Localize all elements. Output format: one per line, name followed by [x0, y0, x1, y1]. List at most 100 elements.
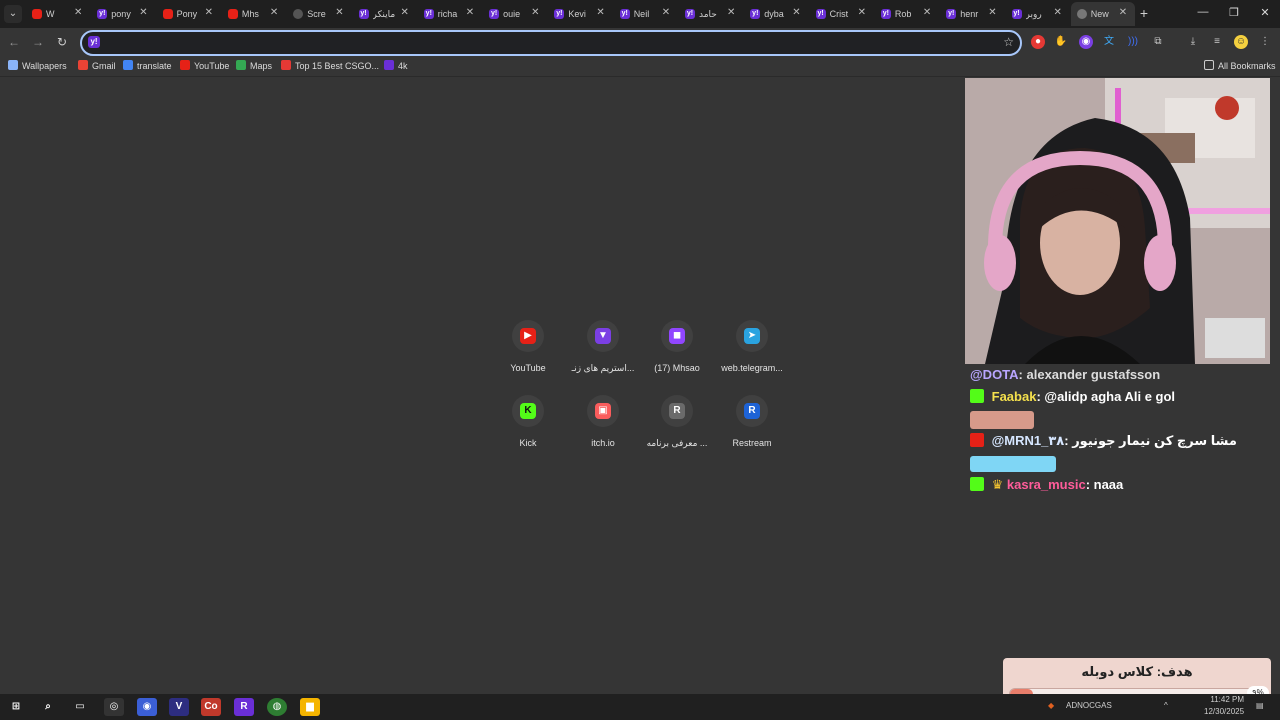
tab-close-icon[interactable]: ✕ — [923, 7, 931, 18]
maximize-button[interactable]: ❐ — [1227, 6, 1241, 19]
app-icon-co[interactable]: Co — [201, 698, 221, 716]
app-icon-1[interactable]: ◎ — [104, 698, 124, 716]
app-icon-r[interactable]: R — [234, 698, 254, 716]
browser-tab[interactable]: y! richa ✕ — [418, 2, 482, 26]
webcam-overlay — [965, 78, 1270, 364]
bookmark-item[interactable]: Maps — [236, 60, 272, 72]
tab-close-icon[interactable]: ✕ — [139, 7, 147, 18]
bookmark-item[interactable]: Wallpapers — [8, 60, 67, 72]
browser-tab[interactable]: y! حامد ✕ — [679, 2, 743, 26]
chrome-icon[interactable]: ◍ — [267, 698, 287, 716]
tab-close-icon[interactable]: ✕ — [792, 7, 800, 18]
start-button[interactable]: ⊞ — [6, 698, 26, 716]
forward-button[interactable]: → — [30, 34, 46, 50]
reading-list-icon[interactable]: ≡ — [1210, 35, 1224, 49]
browser-tab[interactable]: W ✕ — [26, 2, 90, 26]
tab-close-icon[interactable]: ✕ — [727, 7, 735, 18]
bookmark-star-icon[interactable]: ☆ — [1003, 35, 1014, 49]
browser-tab[interactable]: y! dyba ✕ — [744, 2, 808, 26]
tab-close-icon[interactable]: ✕ — [205, 7, 213, 18]
tab-close-icon[interactable]: ✕ — [466, 7, 474, 18]
tab-close-icon[interactable]: ✕ — [1119, 7, 1127, 18]
shortcut-tile[interactable]: R Restream — [707, 395, 797, 448]
address-bar[interactable]: y! ☆ — [80, 30, 1022, 56]
bookmark-item[interactable]: 4k — [384, 60, 408, 72]
reload-button[interactable]: ↻ — [54, 34, 70, 50]
tab-favicon-icon: y! — [619, 9, 630, 19]
tab-favicon-icon: y! — [358, 9, 369, 19]
bookmark-item[interactable]: Gmail — [78, 60, 116, 72]
search-icon[interactable]: ⌕ — [38, 698, 58, 716]
tab-close-icon[interactable]: ✕ — [74, 7, 82, 18]
all-bookmarks-button[interactable]: All Bookmarks — [1204, 60, 1276, 72]
notification-icon[interactable]: ▤ — [1256, 701, 1264, 710]
app-icon-2[interactable]: ◉ — [137, 698, 157, 716]
extensions-puzzle-icon[interactable]: ⧉ — [1151, 35, 1165, 49]
tab-strip: ⌄ W ✕ y! pony ✕ Pony ✕ Mhs ✕ Scre ✕ y! ماینکر ✕ y! rich… — [0, 0, 1280, 28]
browser-tab[interactable]: y! pony ✕ — [91, 2, 155, 26]
chat-message: ♛ kasra_music: naaa — [970, 474, 1270, 496]
tab-close-icon[interactable]: ✕ — [662, 7, 670, 18]
clock-time[interactable]: 11:42 PM — [1204, 695, 1244, 704]
back-button[interactable]: ← — [6, 34, 22, 50]
tab-title: richa — [437, 9, 458, 19]
browser-tab[interactable]: Scre ✕ — [287, 2, 351, 26]
bookmark-label: Wallpapers — [22, 61, 67, 71]
profile-avatar-icon[interactable]: ☺ — [1234, 35, 1248, 49]
tab-close-icon[interactable]: ✕ — [401, 7, 409, 18]
tab-close-icon[interactable]: ✕ — [858, 7, 866, 18]
browser-tab[interactable]: Mhs ✕ — [222, 2, 286, 26]
bookmark-favicon-icon — [236, 60, 246, 70]
tab-search-button[interactable]: ⌄ — [4, 5, 22, 23]
app-icon-v[interactable]: V — [169, 698, 189, 716]
omnibox-input[interactable] — [104, 34, 988, 54]
bookmark-label: translate — [137, 61, 172, 71]
tab-title: Neil — [633, 9, 650, 19]
file-explorer-icon[interactable]: ▆ — [300, 698, 320, 716]
shortcut-favicon-icon: R — [669, 403, 685, 419]
browser-tab[interactable]: y! روبر ✕ — [1006, 2, 1070, 26]
downloads-icon[interactable]: ⤓ — [1186, 35, 1200, 49]
bookmark-item[interactable]: Top 15 Best CSGO... — [281, 60, 379, 72]
shortcut-tile[interactable]: ➤ web.telegram... — [707, 320, 797, 373]
extension-red-icon[interactable]: ● — [1031, 35, 1045, 49]
browser-tab[interactable]: y! Neil ✕ — [614, 2, 678, 26]
extension-purple-icon[interactable]: ◉ — [1079, 35, 1093, 49]
bookmark-item[interactable]: YouTube — [180, 60, 229, 72]
tab-close-icon[interactable]: ✕ — [335, 7, 343, 18]
emote-image — [970, 410, 1034, 429]
bookmark-item[interactable]: translate — [123, 60, 172, 72]
extension-waves-icon[interactable]: ))) — [1126, 35, 1140, 49]
browser-tab[interactable]: y! henr ✕ — [940, 2, 1004, 26]
chat-message: @MRN1_۳۸: مشا سرچ کن نیمار جونیور — [970, 430, 1270, 452]
browser-tab[interactable]: y! Rob ✕ — [875, 2, 939, 26]
close-window-button[interactable]: ✕ — [1258, 6, 1272, 19]
browser-tab[interactable]: y! Crist ✕ — [810, 2, 874, 26]
tab-close-icon[interactable]: ✕ — [1054, 7, 1062, 18]
tab-close-icon[interactable]: ✕ — [988, 7, 996, 18]
tab-close-icon[interactable]: ✕ — [531, 7, 539, 18]
goal-title: هدف: کلاس دوبله — [1081, 664, 1193, 679]
shortcut-favicon-icon: ▼ — [595, 328, 611, 344]
extension-hand-icon[interactable]: ✋ — [1054, 35, 1068, 49]
tray-expand-icon[interactable]: ^ — [1164, 701, 1168, 710]
extension-translate-icon[interactable]: 文 — [1102, 35, 1116, 49]
bookmark-favicon-icon — [384, 60, 394, 70]
streamer-webcam-image — [965, 78, 1270, 364]
new-tab-button[interactable]: + — [1136, 5, 1152, 21]
shortcut-icon-circle: R — [736, 395, 768, 427]
browser-tab[interactable]: y! ماینکر ✕ — [353, 2, 417, 26]
tab-title: حامد — [699, 9, 717, 19]
tab-close-icon[interactable]: ✕ — [270, 7, 278, 18]
browser-tab[interactable]: New ✕ — [1070, 2, 1135, 26]
clock-date[interactable]: 12/30/2025 — [1204, 707, 1244, 716]
browser-tab[interactable]: Pony ✕ — [157, 2, 221, 26]
menu-kebab-icon[interactable]: ⋮ — [1258, 35, 1272, 49]
tab-close-icon[interactable]: ✕ — [596, 7, 604, 18]
browser-tab[interactable]: y! Kevi ✕ — [548, 2, 612, 26]
browser-tab[interactable]: y! ouie ✕ — [483, 2, 547, 26]
bookmark-label: YouTube — [194, 61, 230, 71]
tray-app-icon[interactable]: ◆ — [1048, 701, 1054, 710]
task-view-icon[interactable]: ▭ — [70, 698, 90, 716]
minimize-button[interactable]: — — [1196, 6, 1210, 18]
